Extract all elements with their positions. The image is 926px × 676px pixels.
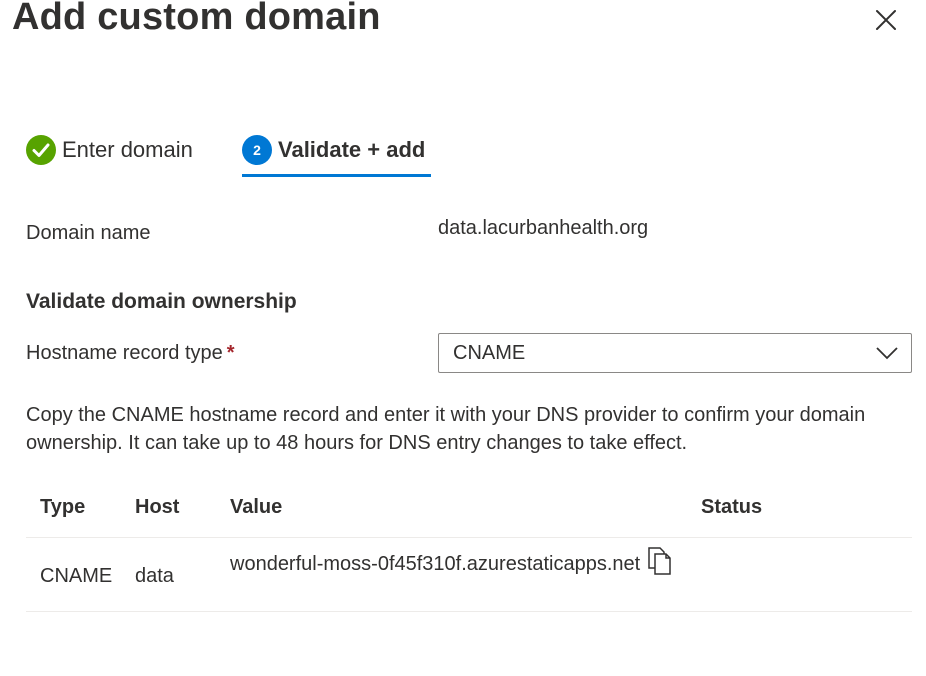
record-type-dropdown[interactable]: CNAME bbox=[438, 333, 912, 373]
copy-value-button[interactable] bbox=[646, 546, 674, 576]
table-header: Type Host Value Status bbox=[26, 488, 912, 538]
record-type-label-text: Hostname record type bbox=[26, 342, 223, 364]
step-number-badge: 2 bbox=[242, 135, 272, 165]
dns-records-table: Type Host Value Status CNAME data wonder… bbox=[26, 488, 912, 612]
column-header-status: Status bbox=[701, 496, 763, 518]
check-circle-icon bbox=[26, 135, 56, 165]
record-type-cell: CNAME bbox=[40, 565, 113, 587]
step-label: Validate + add bbox=[278, 137, 426, 162]
required-marker: * bbox=[226, 342, 235, 364]
instructions-text: Copy the CNAME hostname record and enter… bbox=[26, 404, 866, 454]
column-header-value: Value bbox=[230, 496, 283, 518]
section-heading: Validate domain ownership bbox=[26, 290, 297, 313]
column-header-type: Type bbox=[40, 496, 86, 518]
column-header-host: Host bbox=[135, 496, 180, 518]
close-icon bbox=[876, 10, 896, 30]
record-type-label: Hostname record type * bbox=[26, 342, 235, 365]
step-enter-domain[interactable]: Enter domain bbox=[26, 130, 193, 170]
page-title: Add custom domain bbox=[12, 0, 381, 38]
domain-name-value: data.lacurbanhealth.org bbox=[438, 217, 649, 239]
record-type-selected-value: CNAME bbox=[453, 341, 526, 364]
domain-name-label: Domain name bbox=[26, 222, 151, 244]
step-validate-add[interactable]: 2 Validate + add bbox=[242, 130, 425, 170]
chevron-down-icon bbox=[876, 347, 898, 360]
step-label: Enter domain bbox=[62, 137, 193, 162]
record-value-cell: wonderful-moss-0f45f310f.azurestaticapps… bbox=[230, 553, 641, 575]
close-button[interactable] bbox=[870, 4, 902, 36]
record-host-cell: data bbox=[135, 565, 174, 587]
active-step-indicator bbox=[242, 174, 431, 177]
copy-icon bbox=[648, 547, 671, 575]
table-row: CNAME data wonderful-moss-0f45f310f.azur… bbox=[26, 538, 912, 612]
